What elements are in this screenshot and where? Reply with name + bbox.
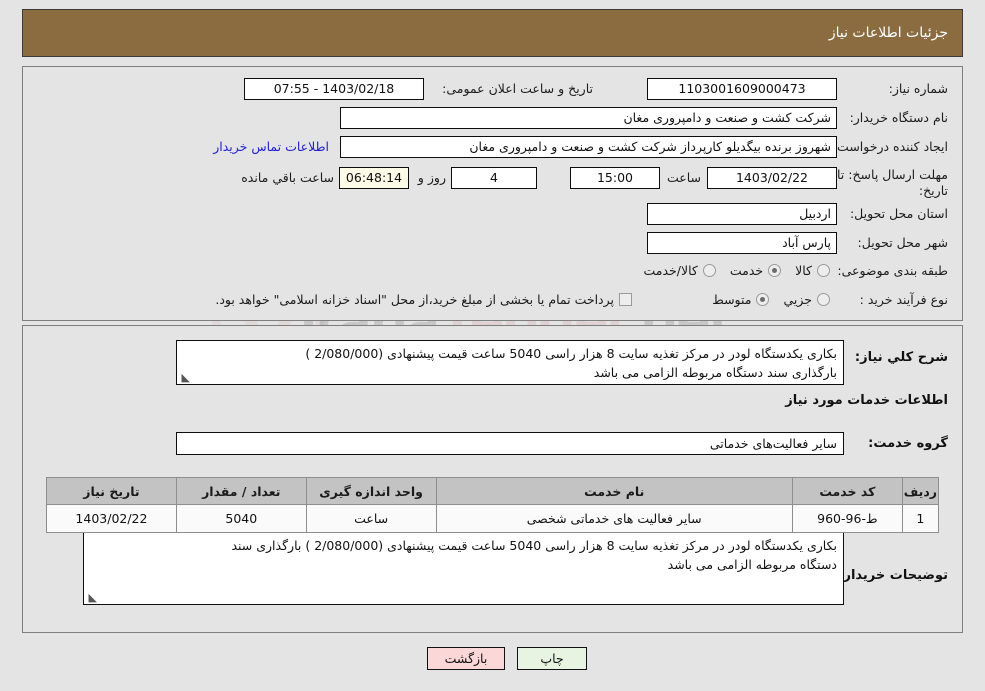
table-header-row: ردیف کد خدمت نام خدمت واحد اندازه گیری ت… [46,477,940,505]
th-qty: تعداد / مقدار [175,477,307,505]
buyer-org-label: نام دستگاه خریدار: [849,110,948,125]
cell-date: 1403/02/22 [46,504,177,533]
radio-kala-khedmat[interactable] [702,264,716,277]
need-summary-line2: بارگذاری سند دستگاه مربوطه الزامی می باش… [593,365,837,380]
city-value: پارس آباد [647,232,837,254]
print-button[interactable]: چاپ [517,647,587,670]
buyer-org-value: شرکت کشت و صنعت و دامپروری مغان [340,107,837,129]
radio-kala[interactable] [817,264,830,277]
service-group-label: گروه خدمت: [868,436,948,451]
radio-motevaset-label: متوسط [712,292,752,307]
treasury-payment-option[interactable]: پرداخت تمام یا بخشی از مبلغ خرید،از محل … [205,290,632,310]
buyer-notes-line1: بکاری یکدستگاه لودر در مرکز تغذیه سایت 8… [231,538,837,553]
radio-motevaset[interactable] [756,293,770,306]
treasury-payment-checkbox[interactable] [619,293,632,306]
countdown-timer: 06:48:14 [339,167,409,189]
timer-word: ساعت باقي مانده [241,170,334,185]
radio-kala-label: کالا [795,263,812,278]
province-value: اردبیل [647,203,837,225]
radio-kala-khedmat-label: کالا/خدمت [643,263,698,278]
public-announce-value: 1403/02/18 - 07:55 [244,78,424,100]
requester-value: شهروز برنده بیگدیلو کارپرداز شرکت کشت و … [340,136,837,158]
buyer-notes-line2: دستگاه مربوطه الزامی می باشد [667,557,837,572]
requester-label: ایجاد کننده درخواست: [832,139,948,154]
deadline-time-value: 15:00 [570,167,660,189]
resize-grip-icon-notes[interactable]: ◣ [87,592,97,603]
deadline-hour-word: ساعت [666,170,701,185]
cell-qty: 5040 [175,504,307,533]
need-summary-label: شرح کلي نیاز: [854,350,948,365]
radio-jozee[interactable] [817,293,830,306]
need-summary-textarea[interactable]: بکاری یکدستگاه لودر در مرکز تغذیه سایت 8… [176,340,844,385]
days-word: روز و [417,170,446,185]
cell-radif: 1 [901,504,940,533]
category-radio-group[interactable]: کالا خدمت کالا/خدمت [634,261,830,281]
th-radif: ردیف [901,477,940,505]
need-summary-line1: بکاری یکدستگاه لودر در مرکز تغذیه سایت 8… [305,346,837,361]
days-left-value: 4 [451,167,537,189]
page-header: جزئیات اطلاعات نیاز [22,9,963,57]
radio-jozee-label: جزیي [783,292,812,307]
back-button[interactable]: بازگشت [427,647,505,670]
resize-grip-icon[interactable]: ◣ [180,372,190,383]
treasury-payment-label: پرداخت تمام یا بخشی از مبلغ خرید،از محل … [215,292,614,307]
deadline-date-value: 1403/02/22 [707,167,837,189]
category-label: طبقه بندی موضوعی: [837,263,948,278]
cell-code: ط-96-960 [791,504,903,533]
service-group-value[interactable]: سایر فعالیت‌های خدماتی [176,432,844,455]
buyer-contact-link[interactable]: اطلاعات تماس خریدار [213,137,329,157]
public-announce-label: تاریخ و ساعت اعلان عمومی: [442,81,593,96]
need-info-panel: شماره نیاز: 1103001609000473 تاریخ و ساع… [22,66,963,321]
process-radio-group[interactable]: جزیي متوسط [702,290,830,310]
need-number-value: 1103001609000473 [647,78,837,100]
page-title: جزئیات اطلاعات نیاز [828,25,948,41]
cell-unit: ساعت [305,504,437,533]
province-label: استان محل تحویل: [849,206,948,221]
th-unit: واحد اندازه گیری [305,477,437,505]
th-date: تاریخ نیاز [46,477,177,505]
table-row: 1 ط-96-960 سایر فعالیت های خدماتی شخصی س… [46,504,940,533]
cell-name: سایر فعالیت های خدماتی شخصی [435,504,793,533]
radio-khedmat-label: خدمت [729,263,764,278]
radio-khedmat[interactable] [768,264,782,277]
th-name: نام خدمت [435,477,793,505]
services-section-heading: اطلاعات خدمات مورد نیاز [785,393,948,408]
services-table: ردیف کد خدمت نام خدمت واحد اندازه گیری ت… [46,477,940,533]
buyer-notes-textarea[interactable]: بکاری یکدستگاه لودر در مرکز تغذیه سایت 8… [83,532,844,605]
city-label: شهر محل تحویل: [857,235,948,250]
th-code: کد خدمت [791,477,903,505]
buyer-notes-label: توضیحات خریدار: [838,568,948,583]
need-number-label: شماره نیاز: [888,81,948,96]
process-label: نوع فرآیند خرید : [859,292,948,307]
deadline-label-line2: تاریخ: [918,183,948,198]
